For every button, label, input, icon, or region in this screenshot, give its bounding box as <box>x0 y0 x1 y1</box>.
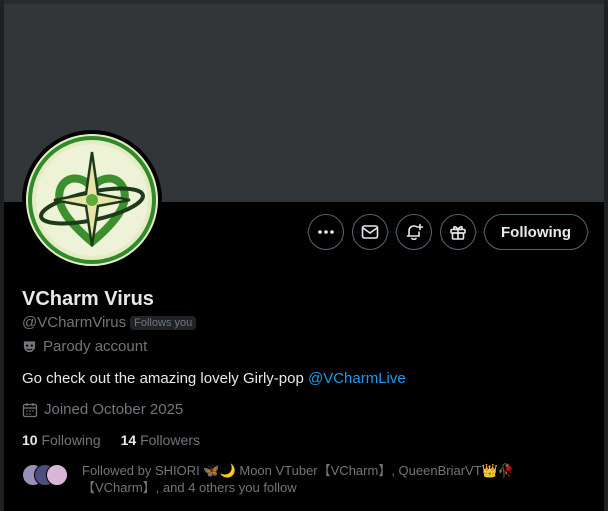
envelope-icon <box>361 225 379 239</box>
following-count: 10 <box>22 432 38 448</box>
follow-stats: 10 Following 14 Followers <box>22 432 200 448</box>
follows-you-badge: Follows you <box>130 315 197 330</box>
parody-label: Parody account <box>43 338 148 355</box>
followed-by-text: Followed by SHIORI 🦋🌙 Moon VTuber【VCharm… <box>82 462 532 496</box>
user-handle: @VCharmVirus <box>22 314 127 331</box>
notify-button[interactable] <box>396 214 433 250</box>
more-button[interactable] <box>308 214 345 250</box>
followers-label: Followers <box>140 432 200 448</box>
heart-sparkle-logo <box>26 134 158 266</box>
followers-count: 14 <box>120 432 137 448</box>
followed-by-line-2: 【VCharm】, and 4 others you follow <box>82 480 297 495</box>
bio-mention-link[interactable]: @VCharmLive <box>308 370 406 387</box>
gift-button[interactable] <box>440 214 477 250</box>
followers-stat-link[interactable]: 14 Followers <box>121 432 200 448</box>
followed-by-row[interactable]: Followed by SHIORI 🦋🌙 Moon VTuber【VCharm… <box>22 462 532 496</box>
parody-label-row: Parody account <box>22 338 147 355</box>
calendar-icon <box>22 402 38 417</box>
profile-avatar[interactable] <box>22 130 162 270</box>
avatar-image <box>26 134 158 266</box>
bio: Go check out the amazing lovely Girly-po… <box>22 370 406 387</box>
window-frame-right <box>604 0 608 511</box>
followed-by-avatars <box>22 464 72 488</box>
following-stat-link[interactable]: 10 Following <box>22 432 101 448</box>
display-name: VCharm Virus <box>22 288 154 310</box>
gift-icon <box>450 225 466 240</box>
followed-by-line-1: Followed by SHIORI 🦋🌙 Moon VTuber【VCharm… <box>82 463 515 478</box>
message-button[interactable] <box>352 214 389 250</box>
profile-actions: Following <box>308 214 588 250</box>
following-label: Following <box>41 432 101 448</box>
more-dots-icon <box>318 230 334 234</box>
parody-mask-icon <box>23 341 36 353</box>
handle-row: @VCharmVirus Follows you <box>22 314 197 331</box>
follower-avatar <box>46 464 68 486</box>
bell-plus-icon <box>406 223 424 241</box>
bio-text: Go check out the amazing lovely Girly-po… <box>22 370 308 387</box>
joined-date: Joined October 2025 <box>44 401 184 418</box>
following-button[interactable]: Following <box>484 214 588 250</box>
joined-date-row: Joined October 2025 <box>22 401 183 418</box>
